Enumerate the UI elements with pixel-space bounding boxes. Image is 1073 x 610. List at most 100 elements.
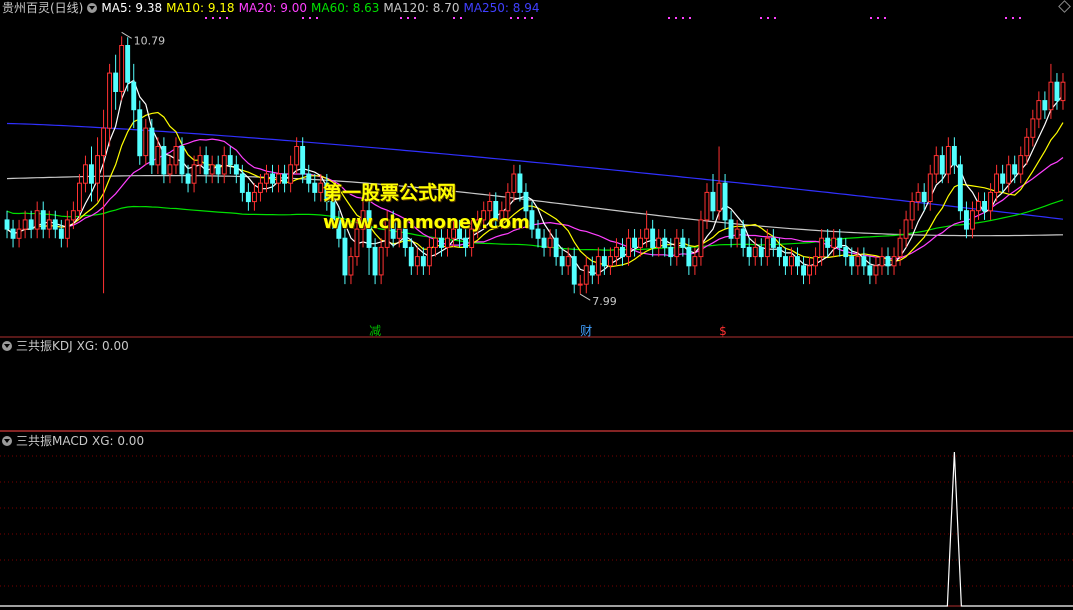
candle-body [161, 146, 167, 175]
main-panel-title: 贵州百灵(日线) [2, 1, 84, 15]
ma-label: MA120: 8.70 [383, 1, 460, 15]
event-marker: 减 [369, 324, 381, 338]
candle-body [873, 265, 879, 276]
candle-body [565, 256, 571, 267]
candle-body [16, 228, 22, 239]
candle-body [704, 191, 710, 221]
ma-label: MA10: 9.18 [166, 1, 235, 15]
candle-body [716, 182, 722, 212]
candle-body [52, 219, 58, 230]
candle-body [626, 237, 631, 258]
candle-body [559, 256, 565, 267]
candle-body [1030, 118, 1036, 138]
candle-body [221, 155, 227, 175]
candle-body [70, 210, 76, 221]
signal-dot [1005, 17, 1007, 19]
signal-dot [1012, 17, 1014, 19]
candle-body [1012, 164, 1018, 175]
signal-dot [510, 17, 512, 19]
candle-body [595, 256, 601, 276]
candle-body [143, 127, 149, 157]
candle-body [885, 256, 891, 267]
candle-body [439, 237, 444, 248]
signal-dot [884, 17, 886, 19]
candle-body [571, 256, 577, 285]
candle-body [680, 237, 686, 248]
signal-dot [517, 17, 519, 19]
candle-body [770, 237, 776, 248]
event-marker: 财 [580, 324, 592, 338]
candle-body [945, 146, 951, 175]
candle-body [903, 219, 909, 239]
candle-body [801, 265, 806, 276]
candle-body [933, 155, 939, 175]
candle-body [445, 237, 450, 248]
signal-dot [682, 17, 684, 19]
candle-body [348, 256, 354, 276]
candle-body [1042, 100, 1048, 111]
signal-dot [1019, 17, 1021, 19]
signal-dot [877, 17, 879, 19]
high-marker-line [121, 31, 132, 39]
candle-body [46, 219, 52, 230]
candle-body [113, 72, 119, 92]
candle-body [891, 256, 897, 267]
signal-dot [668, 17, 670, 19]
candle-body [976, 201, 981, 212]
ma-label: MA20: 9.00 [238, 1, 307, 15]
candle-body [22, 219, 28, 230]
candle-body [306, 173, 312, 184]
candle-body [783, 256, 788, 267]
candle-body [167, 164, 173, 175]
candle-body [149, 127, 155, 166]
candle-body [288, 164, 294, 184]
signal-dot [767, 17, 769, 19]
candle-body [614, 246, 619, 258]
candle-body [535, 228, 541, 239]
candle-body [867, 265, 873, 276]
candle-body [4, 219, 10, 230]
candle-body [728, 219, 734, 239]
candle-body [1054, 81, 1060, 102]
candle-body [258, 182, 263, 193]
candle-body [795, 256, 800, 267]
signal-dot [774, 17, 776, 19]
candle-body [463, 237, 469, 248]
candle-body [776, 246, 782, 258]
watermark-url[interactable]: www.chnmoney.com [323, 212, 530, 233]
candle-body [378, 246, 384, 276]
candle-body [185, 173, 191, 184]
candle-body [764, 237, 770, 258]
candle-body [101, 127, 106, 157]
candle-body [1006, 164, 1012, 184]
panel-menu-icon[interactable] [2, 341, 12, 351]
candle-body [300, 146, 306, 175]
candle-body [861, 256, 867, 267]
candle-body [909, 201, 915, 221]
candle-body [831, 237, 837, 248]
candle-body [342, 237, 348, 276]
candle-body [83, 164, 88, 184]
kdj-panel-title: 三共振KDJ [16, 339, 73, 353]
signal-dot [302, 17, 304, 19]
panel-menu-icon[interactable] [2, 436, 12, 446]
candle-body [10, 228, 16, 239]
ma5-line [6, 79, 1064, 274]
panel-menu-icon[interactable] [87, 3, 98, 13]
candle-body [994, 173, 999, 193]
candle-body [107, 72, 112, 129]
candle-body [173, 146, 179, 166]
candle-body [608, 256, 613, 267]
candle-body [1000, 173, 1006, 184]
candle-body [807, 265, 812, 276]
candle-body [644, 228, 650, 239]
candle-body [686, 246, 692, 267]
candle-body [668, 246, 674, 258]
signal-dot [760, 17, 762, 19]
candle-body [951, 146, 957, 166]
candle-body [209, 164, 215, 175]
candle-body [312, 182, 318, 193]
watermark-title: 第一股票公式网 [323, 182, 457, 204]
candle-body [191, 164, 197, 184]
signal-dot [212, 17, 214, 19]
